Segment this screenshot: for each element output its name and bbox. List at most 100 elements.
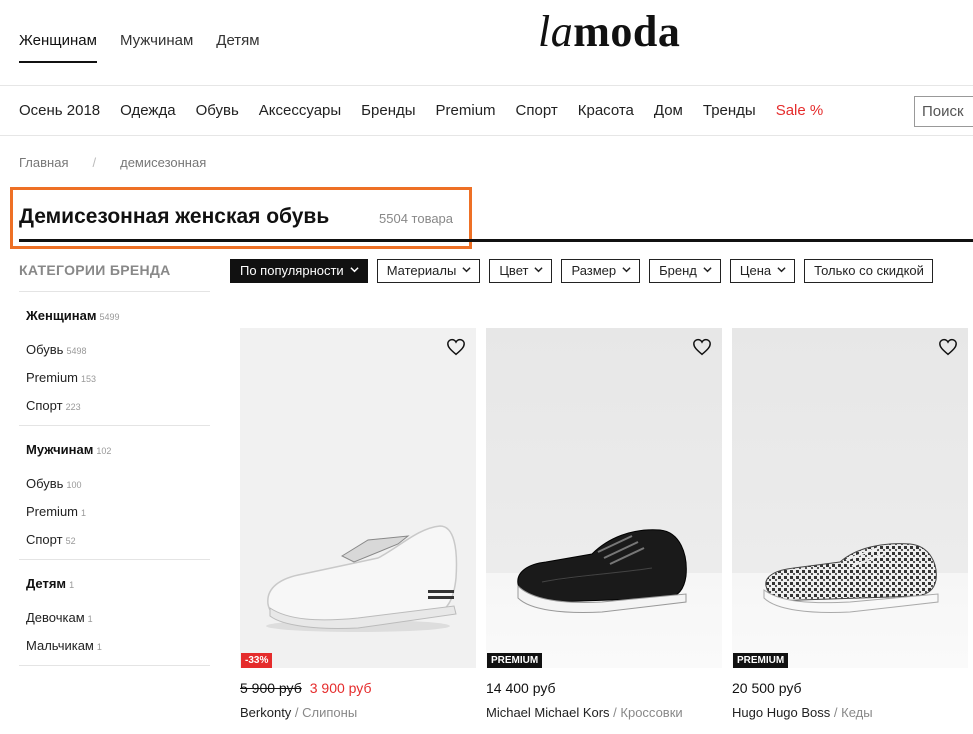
count: 1 (81, 508, 87, 518)
top-header: Женщинам Мужчинам Детям lamoda (0, 0, 973, 86)
nav-item-trends[interactable]: Тренды (703, 102, 756, 119)
category-women-shoes[interactable]: Обувь 5498 (26, 342, 210, 357)
shoe-image (517, 529, 687, 613)
logo-la: la (538, 7, 574, 56)
brand-categories-sidebar: КАТЕГОРИИ БРЕНДА Женщинам 5499 Обувь 5498 … (19, 262, 210, 666)
price: 14 400 руб (486, 680, 556, 696)
gender-tabs: Женщинам Мужчинам Детям (19, 32, 260, 63)
count: 1 (87, 614, 93, 624)
price: 20 500 руб (732, 680, 802, 696)
tab-kids[interactable]: Детям (216, 32, 259, 63)
category-women[interactable]: Женщинам 5499 (26, 308, 210, 323)
filter-size[interactable]: Размер (561, 259, 641, 283)
product-brand: Hugo Hugo Boss (732, 705, 831, 720)
nav-item-shoes[interactable]: Обувь (196, 102, 239, 119)
category-group-kids: Детям 1 Девочкам 1 Мальчикам 1 (19, 576, 210, 653)
nav-item-autumn-2018[interactable]: Осень 2018 (19, 102, 100, 119)
count: 1 (69, 580, 75, 590)
product-brand: Berkonty (240, 705, 292, 720)
category-men-premium[interactable]: Premium 1 (26, 504, 210, 519)
premium-badge: PREMIUM (733, 653, 789, 668)
nav-item-sale[interactable]: Sale % (776, 102, 824, 119)
product-type: Слипоны (302, 705, 358, 720)
chevron-down-icon (777, 267, 786, 273)
filter-brand[interactable]: Бренд (649, 259, 721, 283)
filter-materials[interactable]: Материалы (376, 259, 481, 283)
category-kids-girls[interactable]: Девочкам 1 (26, 610, 210, 625)
old-price: 5 900 руб (240, 680, 302, 696)
count: 102 (96, 446, 112, 456)
category-women-sport[interactable]: Спорт 223 (26, 398, 210, 413)
product-brand: Michael Michael Kors (486, 705, 610, 720)
sidebar-heading: КАТЕГОРИИ БРЕНДА (19, 262, 171, 278)
heart-icon[interactable] (692, 338, 712, 356)
chevron-down-icon (462, 267, 471, 273)
item-count: 5504 товара (379, 211, 454, 226)
breadcrumb: Главная / демисезонная (19, 155, 206, 170)
divider (19, 665, 210, 666)
category-kids[interactable]: Детям 1 (26, 576, 210, 591)
product-card[interactable]: PREMIUM 14 400 руб Michael Michael Kors … (486, 328, 722, 720)
count: 1 (96, 642, 102, 652)
product-name[interactable]: Berkonty / Слипоны (240, 705, 476, 720)
logo-moda: moda (573, 7, 681, 56)
discount-badge: -33% (241, 653, 273, 668)
product-type: Кроссовки (620, 705, 683, 720)
category-group-women: Женщинам 5499 Обувь 5498 Premium 153 Спорт 2… (19, 308, 210, 413)
category-men-shoes[interactable]: Обувь 100 (26, 476, 210, 491)
breadcrumb-home[interactable]: Главная (19, 155, 68, 170)
category-men[interactable]: Мужчинам 102 (26, 442, 210, 457)
breadcrumb-separator: / (92, 155, 97, 170)
chevron-down-icon (350, 267, 359, 273)
product-image[interactable]: PREMIUM (486, 328, 722, 668)
product-name[interactable]: Michael Michael Kors / Кроссовки (486, 705, 722, 720)
price-row: 20 500 руб (732, 680, 968, 696)
divider (19, 425, 210, 426)
price-row: 14 400 руб (486, 680, 722, 696)
shoe-image (763, 543, 939, 613)
filter-price[interactable]: Цена (729, 259, 796, 283)
product-card[interactable]: -33% 5 900 руб 3 900 руб Berkonty / Слип… (240, 328, 476, 720)
lamoda-logo[interactable]: lamoda (538, 6, 680, 57)
heart-icon[interactable] (938, 338, 958, 356)
price-row: 5 900 руб 3 900 руб (240, 680, 476, 696)
category-men-sport[interactable]: Спорт 52 (26, 532, 210, 547)
product-image[interactable]: -33% (240, 328, 476, 668)
premium-badge: PREMIUM (487, 653, 543, 668)
count: 223 (65, 402, 81, 412)
nav-item-home[interactable]: Дом (654, 102, 683, 119)
nav-item-brands[interactable]: Бренды (361, 102, 415, 119)
count: 5499 (99, 312, 120, 322)
chevron-down-icon (622, 267, 631, 273)
sale-price: 3 900 руб (309, 680, 372, 696)
product-type: Кеды (841, 705, 873, 720)
chevron-down-icon (703, 267, 712, 273)
nav-item-clothes[interactable]: Одежда (120, 102, 175, 119)
product-card[interactable]: PREMIUM 20 500 руб Hugo Hugo Boss / Кеды (732, 328, 968, 720)
count: 153 (81, 374, 97, 384)
shoe-image (266, 525, 458, 632)
filter-color[interactable]: Цвет (489, 259, 553, 283)
tab-women[interactable]: Женщинам (19, 32, 97, 63)
search-input[interactable]: Поиск (914, 96, 973, 127)
filter-discount-only[interactable]: Только со скидкой (804, 259, 933, 283)
product-image[interactable]: PREMIUM (732, 328, 968, 668)
nav-item-accessories[interactable]: Аксессуары (259, 102, 341, 119)
divider (19, 559, 210, 560)
title-underline (19, 239, 973, 242)
chevron-down-icon (534, 267, 544, 273)
category-women-premium[interactable]: Premium 153 (26, 370, 210, 385)
category-kids-boys[interactable]: Мальчикам 1 (26, 638, 210, 653)
product-name[interactable]: Hugo Hugo Boss / Кеды (732, 705, 968, 720)
nav-item-premium[interactable]: Premium (436, 102, 496, 119)
count: 52 (65, 536, 76, 546)
count: 100 (66, 480, 82, 490)
nav-item-beauty[interactable]: Красота (578, 102, 634, 119)
breadcrumb-current: демисезонная (120, 155, 207, 170)
tab-men[interactable]: Мужчинам (120, 32, 193, 63)
sort-popularity-dropdown[interactable]: По популярности (230, 259, 368, 283)
heart-icon[interactable] (446, 338, 466, 356)
nav-item-sport[interactable]: Спорт (516, 102, 558, 119)
category-group-men: Мужчинам 102 Обувь 100 Premium 1 Спорт 52 (19, 442, 210, 547)
count: 5498 (66, 346, 87, 356)
